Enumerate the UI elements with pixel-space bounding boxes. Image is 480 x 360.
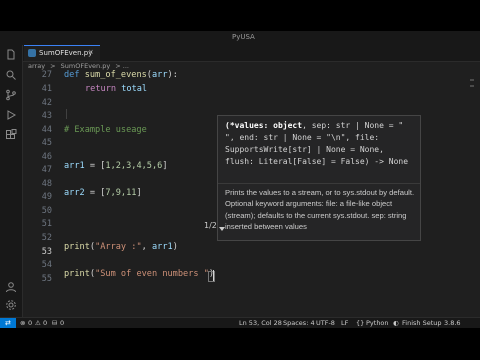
activity-bar: [0, 45, 23, 317]
settings-icon[interactable]: [5, 299, 17, 311]
line-number: 41: [41, 84, 52, 94]
breadcrumb-file[interactable]: SumOFEven.py: [61, 62, 111, 70]
line-number: 52: [41, 233, 52, 243]
tab-bar: SumOFEven.py ×: [0, 45, 480, 62]
language-braces-icon: {}: [356, 319, 365, 327]
minimap-marker: [470, 85, 474, 87]
ports-icon[interactable]: ⛁: [52, 319, 57, 327]
error-icon[interactable]: ⊗: [20, 319, 25, 327]
line-number: 43: [41, 111, 52, 121]
finish-setup-icon: ◐: [393, 319, 399, 327]
remote-icon: ⇄: [5, 319, 11, 327]
line-number: 48: [41, 179, 52, 189]
status-bar: ⇄ ⊗ 0 ⚠ 0 ⛁ 0 Ln 53, Col 28 Spaces: 4 UT…: [0, 317, 480, 328]
extensions-icon[interactable]: [5, 129, 17, 141]
run-debug-icon[interactable]: [5, 109, 17, 121]
line-number: 50: [41, 206, 52, 216]
finish-setup[interactable]: Finish Setup: [402, 319, 442, 327]
language-mode[interactable]: Python: [366, 319, 389, 327]
code-line-46: arr1 = [1,2,3,4,5,6]: [64, 161, 168, 171]
signature-help-popup: (*values: object, sep: str | None = " ",…: [217, 115, 421, 241]
minimap-marker: [470, 79, 474, 81]
indentation[interactable]: Spaces: 4: [283, 319, 315, 327]
code-line-51: print("Array :", arr1): [64, 242, 178, 252]
code-line-48: arr2 = [7,9,11]: [64, 188, 142, 198]
docstring: Prints the values to a stream, or to sys…: [225, 188, 415, 231]
files-icon[interactable]: [5, 49, 17, 61]
remote-indicator[interactable]: ⇄: [0, 318, 16, 328]
line-number: 55: [41, 274, 52, 284]
breadcrumb-more[interactable]: > ...: [115, 62, 129, 70]
active-parameter: (*values: object: [225, 121, 303, 130]
ports-count[interactable]: 0: [60, 319, 64, 327]
title-bar: PyUSA: [0, 31, 480, 46]
account-icon[interactable]: [5, 281, 17, 293]
python-file-icon: [28, 49, 36, 57]
line-number: 47: [41, 165, 52, 175]
code-line-44: # Example useage: [64, 125, 147, 135]
code-line-27: def sum_of_evens(arr):: [64, 70, 178, 80]
encoding[interactable]: UTF-8: [316, 319, 335, 327]
error-count[interactable]: 0: [28, 319, 32, 327]
signature-text: (*values: object, sep: str | None = " ",…: [225, 120, 417, 168]
line-number: 46: [41, 152, 52, 162]
search-icon[interactable]: [5, 69, 17, 81]
tab-label: SumOFEven.py: [39, 49, 93, 57]
source-control-icon[interactable]: [5, 89, 17, 101]
tab-sumofeven[interactable]: SumOFEven.py ×: [24, 45, 100, 61]
line-number: 51: [41, 219, 52, 229]
line-number: 44: [41, 125, 52, 135]
line-number: 54: [41, 260, 52, 270]
python-version[interactable]: 3.8.6: [444, 319, 461, 327]
window-title: PyUSA: [232, 33, 255, 41]
warning-icon[interactable]: ⚠: [35, 319, 41, 327]
cursor-position[interactable]: Ln 53, Col 28: [239, 319, 282, 327]
line-number: 53: [41, 247, 52, 257]
line-ending[interactable]: LF: [341, 319, 348, 327]
editor-window: PyUSA SumOFEven.py × array > SumOFEven.p…: [0, 31, 480, 328]
line-number: 45: [41, 138, 52, 148]
chevron-down-icon[interactable]: [219, 227, 225, 231]
line-number: 27: [41, 70, 52, 80]
close-icon[interactable]: ×: [88, 48, 94, 56]
tooltip-divider: [218, 183, 420, 184]
indent-guide: [66, 109, 67, 119]
warning-count[interactable]: 0: [43, 319, 47, 327]
line-number: 49: [41, 192, 52, 202]
line-number: 42: [41, 98, 52, 108]
text-cursor: [213, 270, 214, 281]
code-line-41: return total: [85, 84, 148, 94]
signature-pager[interactable]: 1/2: [204, 221, 217, 230]
code-line-53: print("Sum of even numbers "): [64, 269, 215, 279]
breadcrumb-folder[interactable]: array: [28, 62, 45, 70]
breadcrumb-separator: >: [50, 62, 56, 70]
